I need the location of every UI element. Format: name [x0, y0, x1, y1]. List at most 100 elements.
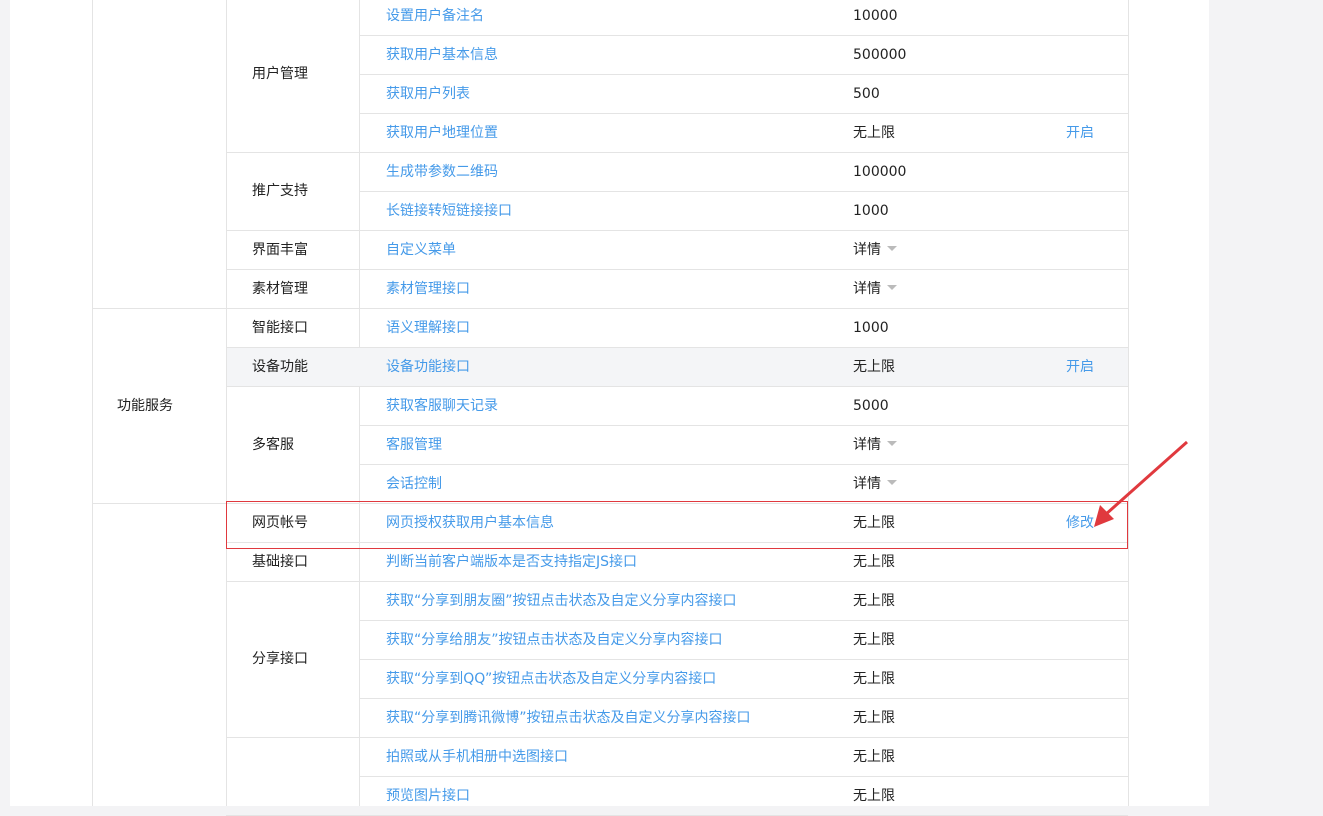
col-divider [92, 0, 93, 806]
group-divider [226, 230, 1128, 231]
quota-value[interactable]: 详情 [853, 435, 897, 455]
api-name-link[interactable]: 素材管理接口 [386, 279, 470, 299]
group-divider [226, 737, 1128, 738]
quota-text: 详情 [853, 281, 881, 297]
quota-text: 1000 [853, 203, 889, 219]
quota-text: 500000 [853, 47, 907, 63]
group-label: 推广支持 [252, 183, 308, 199]
quota-value: 无上限 [853, 708, 895, 728]
quota-text: 无上限 [853, 593, 895, 609]
quota-text: 无上限 [853, 671, 895, 687]
api-name-link[interactable]: 获取客服聊天记录 [386, 396, 498, 416]
quota-value: 无上限 [853, 669, 895, 689]
quota-value: 无上限 [853, 630, 895, 650]
row-divider [359, 620, 1128, 621]
col-divider [226, 0, 227, 806]
quota-value: 无上限 [853, 591, 895, 611]
group-label: 素材管理 [252, 280, 308, 297]
api-name-link[interactable]: 预览图片接口 [386, 786, 470, 806]
group-label: 设备功能 [252, 358, 308, 375]
group-label: 基础接口 [252, 553, 308, 570]
row-divider [359, 659, 1128, 660]
row-divider [359, 425, 1128, 426]
quota-value: 1000 [853, 318, 889, 338]
group-divider [226, 152, 1128, 153]
group-label: 用户管理 [252, 66, 308, 82]
quota-value: 无上限 [853, 123, 895, 143]
group-label: 智能接口 [252, 319, 308, 336]
caret-down-icon [887, 245, 897, 251]
category-label: 功能服务 [117, 397, 173, 414]
api-name-link[interactable]: 获取用户地理位置 [386, 123, 498, 143]
row-divider [359, 35, 1128, 36]
caret-down-icon [887, 440, 897, 446]
caret-down-icon [887, 284, 897, 290]
quota-text: 无上限 [853, 359, 895, 375]
row-divider [359, 464, 1128, 465]
quota-text: 无上限 [853, 788, 895, 804]
quota-value[interactable]: 详情 [853, 240, 897, 260]
quota-value: 无上限 [853, 747, 895, 767]
quota-text: 无上限 [853, 632, 895, 648]
api-name-link[interactable]: 获取“分享到朋友圈”按钮点击状态及自定义分享内容接口 [386, 591, 737, 611]
group-divider [226, 386, 1128, 387]
quota-value[interactable]: 详情 [853, 474, 897, 494]
row-divider [359, 191, 1128, 192]
col-divider [359, 0, 360, 806]
quota-text: 详情 [853, 437, 881, 453]
api-name-link[interactable]: 设备功能接口 [386, 357, 470, 377]
highlight-box [226, 501, 1128, 549]
quota-text: 1000 [853, 320, 889, 336]
caret-down-icon [887, 479, 897, 485]
row-divider [359, 698, 1128, 699]
quota-value: 500000 [853, 45, 906, 65]
group-label: 界面丰富 [252, 241, 308, 258]
category-divider [92, 503, 226, 504]
group-divider [226, 269, 1128, 270]
quota-value[interactable]: 详情 [853, 279, 897, 299]
api-name-link[interactable]: 获取用户列表 [386, 84, 470, 104]
api-name-link[interactable]: 会话控制 [386, 474, 442, 494]
api-name-link[interactable]: 获取“分享到QQ”按钮点击状态及自定义分享内容接口 [386, 669, 716, 689]
quota-text: 100000 [853, 164, 907, 180]
quota-text: 无上限 [853, 749, 895, 765]
quota-text: 无上限 [853, 125, 895, 141]
api-name-link[interactable]: 获取“分享到腾讯微博”按钮点击状态及自定义分享内容接口 [386, 708, 751, 728]
api-name-link[interactable]: 长链接转短链接接口 [386, 201, 512, 221]
api-name-link[interactable]: 客服管理 [386, 435, 442, 455]
quota-text: 500 [853, 86, 880, 102]
api-name-link[interactable]: 判断当前客户端版本是否支持指定JS接口 [386, 552, 637, 572]
group-label: 多客服 [252, 436, 294, 453]
quota-text: 10000 [853, 8, 898, 24]
enable-link[interactable]: 开启 [1066, 357, 1094, 377]
group-divider [226, 581, 1128, 582]
quota-value: 5000 [853, 396, 889, 416]
api-name-link[interactable]: 生成带参数二维码 [386, 162, 498, 182]
group-divider [226, 308, 1128, 309]
quota-text: 详情 [853, 476, 881, 492]
quota-text: 5000 [853, 398, 889, 414]
api-name-link[interactable]: 设置用户备注名 [386, 6, 484, 26]
quota-value: 1000 [853, 201, 889, 221]
api-name-link[interactable]: 语义理解接口 [386, 318, 470, 338]
row-hover-bg [227, 348, 1128, 386]
col-divider [1128, 0, 1129, 806]
api-name-link[interactable]: 获取用户基本信息 [386, 45, 498, 65]
group-label: 分享接口 [252, 651, 308, 667]
quota-value: 100000 [853, 162, 906, 182]
quota-value: 500 [853, 84, 880, 104]
row-divider [359, 776, 1128, 777]
api-name-link[interactable]: 拍照或从手机相册中选图接口 [386, 747, 568, 767]
row-divider [359, 74, 1128, 75]
quota-value: 无上限 [853, 357, 895, 377]
quota-value: 无上限 [853, 786, 895, 806]
api-name-link[interactable]: 自定义菜单 [386, 240, 456, 260]
quota-value: 无上限 [853, 552, 895, 572]
quota-value: 10000 [853, 6, 898, 26]
api-name-link[interactable]: 获取“分享给朋友”按钮点击状态及自定义分享内容接口 [386, 630, 723, 650]
quota-text: 无上限 [853, 710, 895, 726]
enable-link[interactable]: 开启 [1066, 123, 1094, 143]
row-divider [359, 113, 1128, 114]
quota-text: 详情 [853, 242, 881, 258]
category-divider [92, 308, 226, 309]
